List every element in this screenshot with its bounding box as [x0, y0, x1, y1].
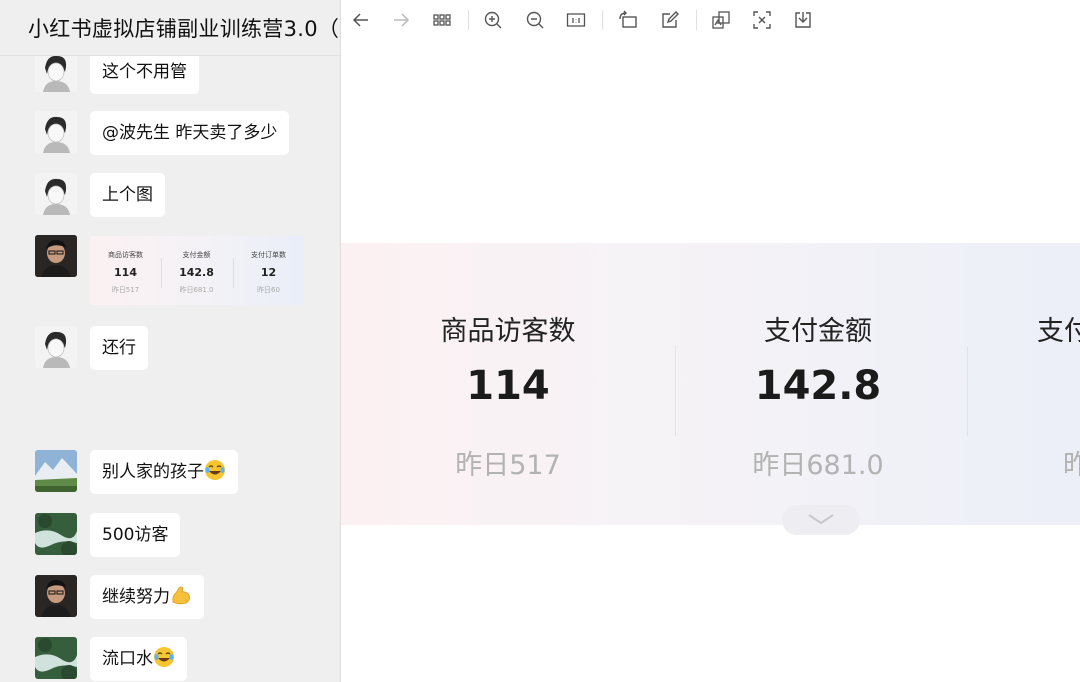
message-text: @波先生 昨天卖了多少: [102, 123, 278, 143]
message-bubble[interactable]: 这个不用管: [90, 50, 199, 94]
zoom-out-icon[interactable]: [523, 8, 547, 32]
message-text: 上个图: [102, 185, 153, 205]
thumb-stat-label: 支付订单数: [251, 251, 286, 259]
message-text: 还行: [102, 338, 136, 358]
translate-icon[interactable]: [709, 8, 733, 32]
thumb-stat-value: 12: [260, 266, 277, 279]
thumb-stat-label: 支付金额: [182, 251, 211, 259]
chat-panel: 小红书虚拟店铺副业训练营3.0（ 这个不用管 @波先生 昨天卖了多少 上个图 商…: [0, 0, 341, 682]
stat-yesterday: 昨: [1063, 450, 1080, 481]
stat-label: 商品访客数: [440, 316, 576, 347]
message-text: 流口水: [102, 649, 153, 669]
thumb-stat-sub: 昨日681.0: [179, 286, 214, 294]
thumb-stat-value: 114: [114, 266, 137, 279]
stat-label: 支付金额: [764, 316, 872, 347]
stats-screenshot-image[interactable]: 商品访客数 114 昨日517 支付金额 142.8 昨日681.0 支付 昨: [341, 243, 1080, 535]
message-text: 别人家的孩子: [102, 462, 204, 482]
sketch-avatar[interactable]: [35, 326, 77, 368]
thumb-stat-label: 商品访客数: [108, 251, 143, 259]
edit-icon[interactable]: [658, 8, 682, 32]
message-bubble[interactable]: 上个图: [90, 173, 165, 217]
message-bubble[interactable]: 500访客: [90, 513, 181, 557]
message-text: 500访客: [102, 525, 169, 545]
chat-title: 小红书虚拟店铺副业训练营3.0（: [28, 17, 340, 41]
message-bubble[interactable]: 流口水: [90, 637, 187, 681]
message-bubble[interactable]: 继续努力: [90, 575, 204, 619]
toolbar-separator: [468, 10, 469, 30]
message-text: 这个不用管: [102, 62, 187, 82]
photo-avatar[interactable]: [35, 235, 77, 277]
download-icon[interactable]: [791, 8, 815, 32]
stat-value: 114: [466, 363, 550, 409]
back-arrow-icon[interactable]: [349, 8, 373, 32]
flexed-biceps-emoji: [170, 579, 192, 605]
tears-of-joy-emoji: [204, 454, 226, 480]
thumb-stat-sub: 昨日517: [111, 286, 140, 294]
stat-yesterday: 昨日517: [455, 450, 561, 481]
message-bubble[interactable]: 还行: [90, 326, 148, 370]
actual-size-icon[interactable]: [564, 8, 588, 32]
message-bubble[interactable]: @波先生 昨天卖了多少: [90, 111, 290, 155]
chat-header: 小红书虚拟店铺副业训练营3.0（: [0, 0, 340, 56]
sketch-avatar[interactable]: [35, 173, 77, 215]
stat-payment-amount: 支付金额 142.8 昨日681.0: [675, 243, 961, 525]
toolbar-separator: [696, 10, 697, 30]
stat-value: 142.8: [754, 363, 882, 409]
forward-arrow-icon[interactable]: [389, 8, 413, 32]
rotate-icon[interactable]: [616, 8, 640, 32]
sketch-avatar[interactable]: [35, 50, 77, 92]
stat-label: 支付: [1037, 316, 1080, 347]
sketch-avatar[interactable]: [35, 111, 77, 153]
message-text: 继续努力: [102, 587, 170, 607]
stat-divider: [967, 346, 968, 436]
stat-orders-partial: 支付 昨: [1037, 243, 1080, 525]
toolbar-separator: [602, 10, 603, 30]
stat-yesterday: 昨日681.0: [752, 450, 884, 481]
river-avatar[interactable]: [35, 637, 77, 679]
grid-view-icon[interactable]: [430, 8, 454, 32]
tears-of-joy-emoji: [153, 641, 175, 667]
river-avatar[interactable]: [35, 513, 77, 555]
message-bubble[interactable]: 别人家的孩子: [90, 450, 238, 494]
viewer-toolbar: [341, 0, 1080, 40]
photo-avatar[interactable]: [35, 575, 77, 617]
thumb-stat: 商品访客数 114 昨日517: [90, 236, 161, 305]
chat-image-thumbnail[interactable]: 商品访客数 114 昨日517 支付金额 142.8 昨日681.0 支付订单数…: [90, 236, 304, 305]
thumb-stat-value: 142.8: [179, 266, 214, 279]
zoom-in-icon[interactable]: [481, 8, 505, 32]
chevron-down-icon: [782, 505, 860, 535]
thumb-stat-sub: 昨日60: [257, 286, 280, 294]
stat-visitors: 商品访客数 114 昨日517: [341, 243, 675, 525]
ocr-scan-icon[interactable]: [750, 8, 774, 32]
image-viewer: 商品访客数 114 昨日517 支付金额 142.8 昨日681.0 支付 昨: [341, 0, 1080, 682]
thumb-stat: 支付订单数 12 昨日60: [233, 236, 304, 305]
mountain-avatar[interactable]: [35, 450, 77, 492]
thumb-stat: 支付金额 142.8 昨日681.0: [161, 236, 232, 305]
